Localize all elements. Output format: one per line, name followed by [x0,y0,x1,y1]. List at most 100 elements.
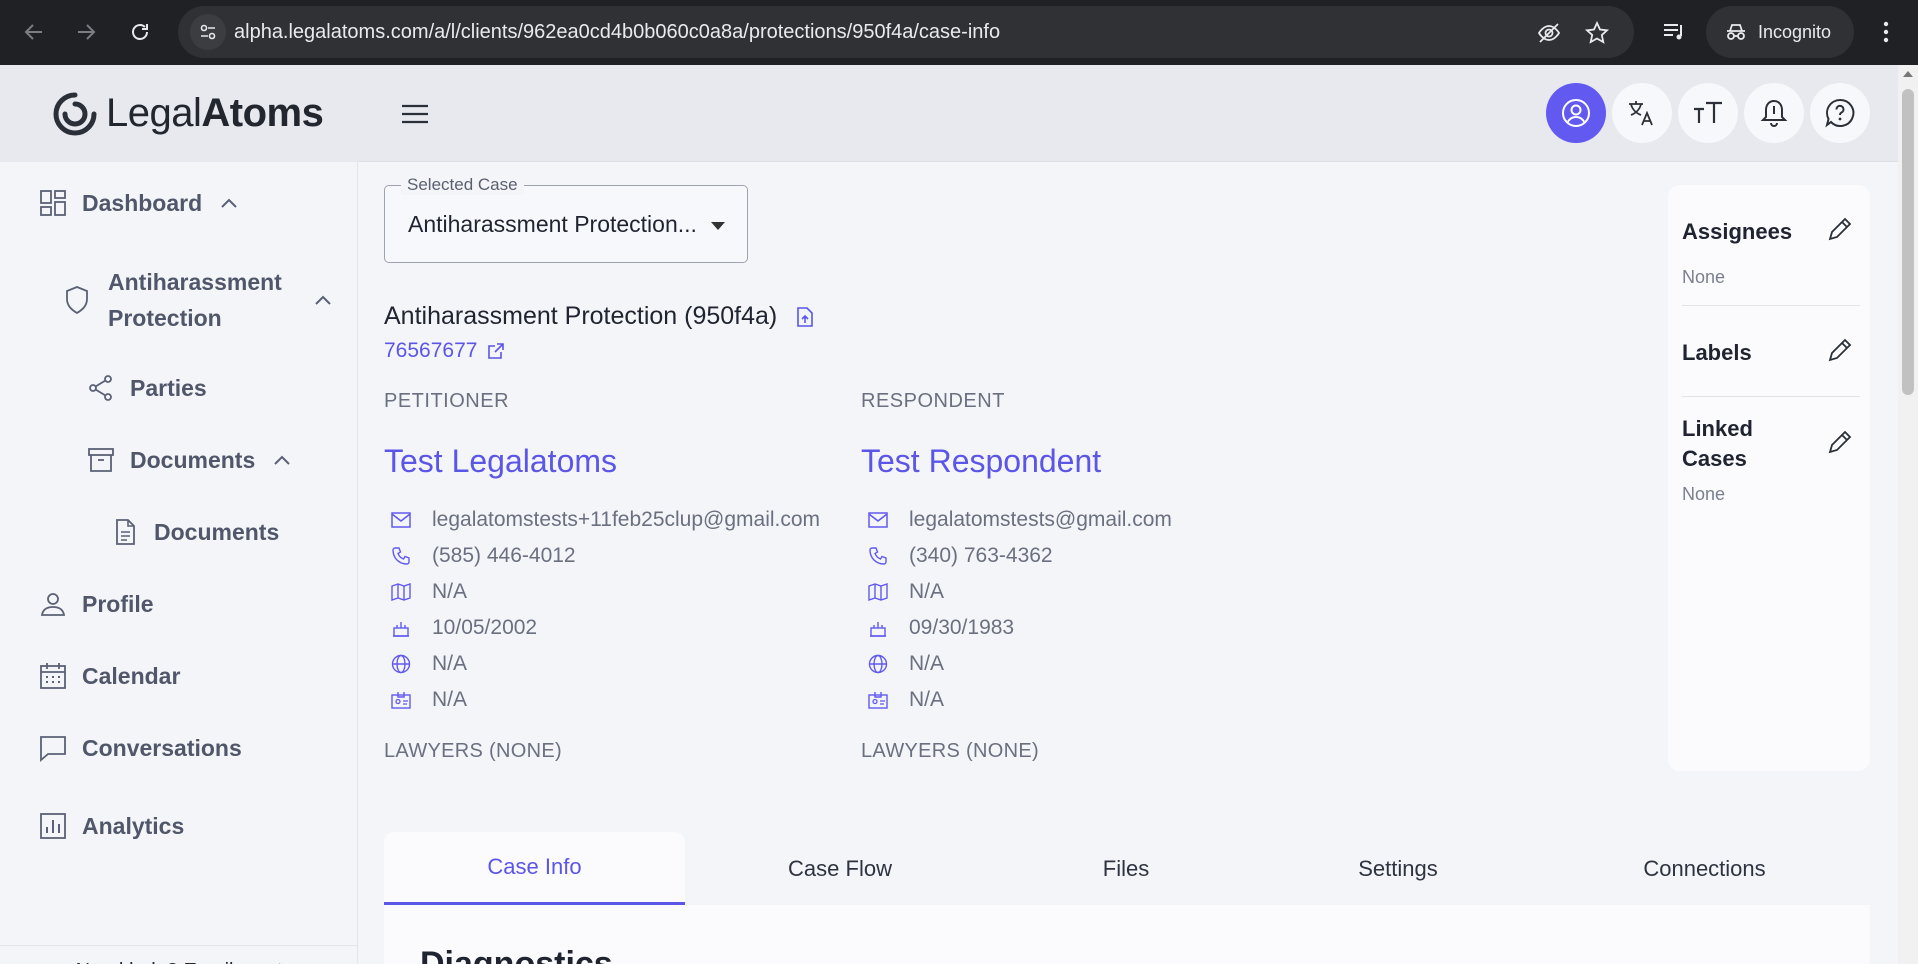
sidebar-item-conversations[interactable]: Conversations [38,733,242,763]
text-size-button[interactable] [1678,83,1738,143]
petitioner-email: legalatomstests+11feb25clup@gmail.com [432,508,821,531]
assignees-value: None [1682,267,1726,287]
edit-labels-pencil-icon[interactable] [1826,336,1854,364]
mail-icon [390,509,412,531]
external-link-icon [488,343,505,359]
media-control-icon[interactable] [1658,16,1690,48]
hamburger-menu-icon[interactable] [398,97,432,131]
petitioner-name-link[interactable]: Test Legalatoms [384,443,864,480]
sidebar: LegalAtoms Dashboard Antiharassment Prote… [0,65,358,964]
petitioner-language-row: N/A [384,646,864,682]
tab-case-info[interactable]: Case Info [384,832,685,905]
selected-case-value: Antiharassment Protection... [408,211,697,237]
help-button[interactable] [1810,83,1870,143]
chart-icon [38,811,68,841]
forward-arrow-icon [78,24,96,40]
main-content: Selected Case Antiharassment Protection.… [358,162,1898,964]
edit-assignees-pencil-icon[interactable] [1826,215,1854,243]
notifications-button[interactable] [1744,83,1804,143]
page-scrollbar[interactable] [1898,65,1918,964]
star-icon[interactable] [1584,20,1610,46]
divider [1682,396,1860,397]
tab-case-flow[interactable]: Case Flow [685,832,995,905]
respondent-id: N/A [909,688,945,711]
petitioner-phone: (585) 446-4012 [432,544,576,567]
grid-icon [38,188,68,218]
sidebar-item-documents[interactable]: Documents [86,445,293,475]
petitioner-phone-row: (585) 446-4012 [384,538,864,574]
brand-name-bold: Atoms [201,91,324,135]
user-circle-icon [1562,99,1590,127]
tab-connections[interactable]: Connections [1539,832,1870,905]
address-bar[interactable]: alpha.legalatoms.com/a/l/clients/962ea0c… [178,6,1634,58]
respondent-birthday: 09/30/1983 [909,616,1015,639]
petitioner-language: N/A [432,652,468,675]
scroll-up-arrow-icon[interactable] [1903,71,1913,77]
bell-icon [1760,99,1788,127]
sidebar-item-analytics[interactable]: Analytics [38,811,184,841]
chevron-up-icon[interactable] [312,289,334,311]
case-number-text: 76567677 [384,339,478,362]
shield-icon [62,285,92,315]
petitioner-id: N/A [432,688,468,711]
selected-case-select[interactable]: Selected Case Antiharassment Protection.… [384,175,748,263]
divider [1682,305,1860,306]
sidebar-item-antiharassment-protection[interactable]: Antiharassment Protection [62,264,334,336]
browser-menu-icon[interactable] [1870,16,1902,48]
eye-off-icon[interactable] [1536,20,1562,46]
tab-panel: Diagnostics [384,905,1870,964]
petitioner-id-row: N/A [384,682,864,718]
tab-files[interactable]: Files [995,832,1257,905]
url-text: alpha.legalatoms.com/a/l/clients/962ea0c… [234,6,1000,58]
map-icon [867,581,889,603]
sidebar-item-label-line1: Antiharassment [108,269,282,295]
export-file-icon[interactable] [795,306,815,328]
petitioner-birthday: 10/05/2002 [432,616,538,639]
sidebar-item-label: Antiharassment Protection [108,264,282,336]
sidebar-item-dashboard[interactable]: Dashboard [38,188,240,218]
sidebar-item-parties[interactable]: Parties [86,373,207,403]
brand-logo[interactable]: LegalAtoms [0,65,358,162]
case-number-link[interactable]: 76567677 [384,339,505,363]
account-button[interactable] [1546,83,1606,143]
translate-button[interactable] [1612,83,1672,143]
sidebar-item-label: Calendar [82,662,181,689]
edit-linked-cases-pencil-icon[interactable] [1826,428,1854,456]
id-card-icon [390,689,412,711]
tab-settings[interactable]: Settings [1257,832,1539,905]
sidebar-item-profile[interactable]: Profile [38,589,154,619]
chevron-up-icon[interactable] [218,192,240,214]
sidebar-item-label: Profile [82,590,154,617]
back-button[interactable] [14,12,54,52]
sidebar-item-label: Dashboard [82,189,203,216]
share-icon [86,373,116,403]
petitioner-card: PETITIONER Test Legalatoms legalatomstes… [384,390,864,763]
case-meta-panel: Assignees None Labels Linked Cases None [1668,185,1870,771]
respondent-lawyers: LAWYERS (NONE) [861,740,1039,762]
chevron-up-icon[interactable] [271,449,293,471]
incognito-label: Incognito [1758,21,1832,42]
scrollbar-thumb[interactable] [1902,89,1914,395]
case-title-text: Antiharassment Protection (950f4a) [384,302,778,330]
petitioner-role: PETITIONER [384,390,510,412]
respondent-card: RESPONDENT Test Respondent legalatomstes… [861,390,1341,763]
site-info-icon[interactable] [190,14,226,50]
sidebar-item-label: Parties [130,374,207,401]
respondent-role: RESPONDENT [861,390,1005,412]
petitioner-fields: legalatomstests+11feb25clup@gmail.com (5… [384,502,864,718]
reload-button[interactable] [120,12,160,52]
app-header [358,65,1898,162]
respondent-fields: legalatomstests@gmail.com (340) 763-4362… [861,502,1341,718]
mail-icon [867,509,889,531]
map-icon [390,581,412,603]
user-icon [38,589,68,619]
forward-button[interactable] [66,12,106,52]
respondent-id-row: N/A [861,682,1341,718]
sidebar-item-documents-sub[interactable]: Documents [110,517,279,547]
sidebar-item-calendar[interactable]: Calendar [38,661,180,691]
cake-icon [867,617,889,639]
respondent-name-link[interactable]: Test Respondent [861,443,1341,480]
incognito-indicator[interactable]: Incognito [1706,6,1854,58]
back-arrow-icon [24,24,42,40]
brand-name-light: Legal [106,91,202,135]
